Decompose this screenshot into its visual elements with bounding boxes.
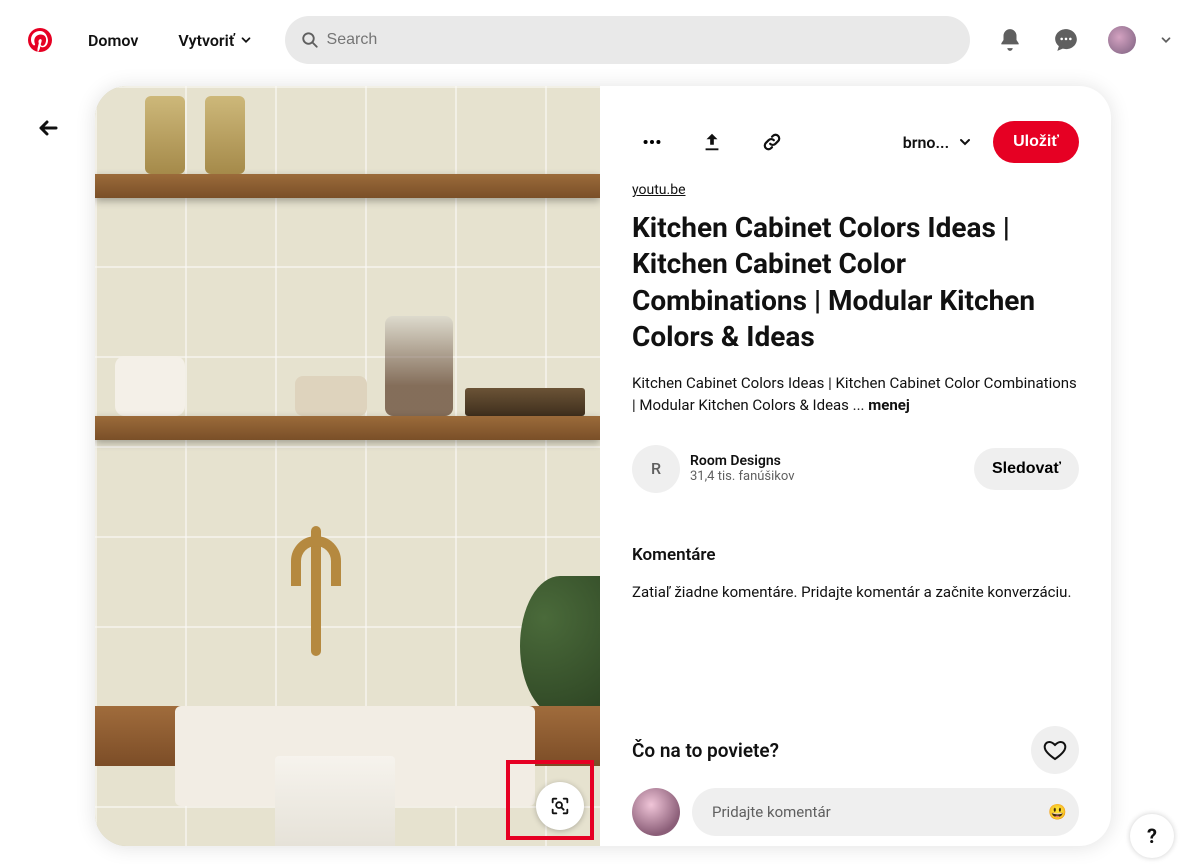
search-bar[interactable] (285, 16, 970, 64)
less-toggle[interactable]: menej (868, 396, 910, 414)
link-icon (761, 131, 783, 153)
comments-section: Komentáre Zatiaľ žiadne komentáre. Prida… (632, 545, 1079, 604)
share-button[interactable] (692, 122, 732, 162)
decorative-kitchen-scene (95, 86, 600, 846)
pin-title: Kitchen Cabinet Colors Ideas | Kitchen C… (632, 210, 1079, 356)
lens-icon (549, 795, 571, 817)
help-button[interactable]: ? (1130, 814, 1174, 858)
dots-icon (641, 131, 663, 153)
nav-home[interactable]: Domov (72, 19, 154, 62)
author-row: R Room Designs 31,4 tis. fanúšikov Sledo… (632, 445, 1079, 493)
comment-placeholder: Pridajte komentár (712, 803, 831, 821)
notifications-button[interactable] (986, 16, 1034, 64)
source-link[interactable]: youtu.be (632, 182, 1079, 198)
nav-create-label: Vytvoriť (178, 31, 234, 50)
back-button[interactable] (24, 104, 72, 152)
chevron-down-icon (957, 134, 973, 150)
author-name[interactable]: Room Designs (690, 453, 795, 469)
pin-card: brno... Uložiť youtu.be Kitchen Cabinet … (95, 86, 1111, 846)
pin-description: Kitchen Cabinet Colors Ideas | Kitchen C… (632, 372, 1079, 417)
profile-button[interactable] (1098, 16, 1146, 64)
search-icon (301, 31, 319, 49)
avatar (1108, 26, 1136, 54)
comments-empty-text: Zatiaľ žiadne komentáre. Pridajte koment… (632, 581, 1079, 604)
messages-button[interactable] (1042, 16, 1090, 64)
copy-link-button[interactable] (752, 122, 792, 162)
emoji-button[interactable]: 😃 (1048, 803, 1067, 821)
heart-icon (1043, 738, 1067, 762)
user-avatar[interactable] (632, 788, 680, 836)
like-button[interactable] (1031, 726, 1079, 774)
nav-create[interactable]: Vytvoriť (162, 19, 268, 62)
header: Domov Vytvoriť (0, 0, 1194, 80)
visual-search-button[interactable] (536, 782, 584, 830)
comment-input[interactable]: Pridajte komentár 😃 (692, 788, 1079, 836)
pin-info-pane: brno... Uložiť youtu.be Kitchen Cabinet … (600, 86, 1111, 846)
board-selector[interactable]: brno... (895, 133, 981, 152)
arrow-left-icon (36, 116, 60, 140)
pin-image[interactable] (95, 86, 600, 846)
bell-icon (997, 27, 1023, 53)
comment-footer: Čo na to poviete? Pridajte komentár 😃 (632, 726, 1079, 836)
pinterest-logo[interactable] (16, 16, 64, 64)
chevron-down-icon (1159, 33, 1173, 47)
share-icon (701, 131, 723, 153)
chat-icon (1053, 27, 1079, 53)
comments-title: Komentáre (632, 545, 1079, 565)
comment-cta: Čo na to poviete? (632, 739, 779, 762)
chevron-down-icon (239, 33, 253, 47)
search-input[interactable] (327, 31, 954, 49)
author-followers: 31,4 tis. fanúšikov (690, 469, 795, 484)
board-name: brno... (903, 133, 949, 152)
more-button[interactable] (632, 122, 672, 162)
accounts-chevron[interactable] (1154, 16, 1178, 64)
save-button[interactable]: Uložiť (993, 121, 1079, 163)
follow-button[interactable]: Sledovať (974, 448, 1079, 490)
author-avatar[interactable]: R (632, 445, 680, 493)
pin-actions-bar: brno... Uložiť (632, 118, 1079, 166)
